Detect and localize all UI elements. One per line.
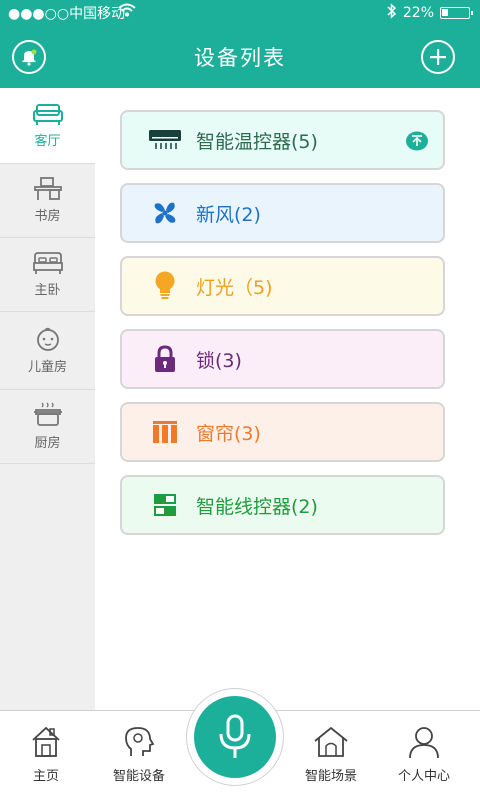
status-right: 22% <box>387 3 473 23</box>
bluetooth-icon <box>387 3 397 23</box>
desk-icon <box>33 177 62 200</box>
curtain-icon <box>148 417 182 447</box>
house-scene-icon <box>314 726 348 757</box>
air-conditioner-icon <box>148 125 182 155</box>
sofa-icon <box>32 104 63 125</box>
person-icon <box>409 727 439 759</box>
home-icon <box>32 726 60 757</box>
device-label: 新风(2) <box>196 203 261 226</box>
lock-icon <box>148 344 182 374</box>
device-card-curtain[interactable]: 窗帘(3) <box>120 402 445 462</box>
device-card-lock[interactable]: 锁(3) <box>120 329 445 389</box>
wire-controller-icon <box>148 490 182 520</box>
pot-icon <box>33 402 62 426</box>
carrier-text: ●●●○○中国移动 <box>8 6 126 22</box>
room-label: 厨房 <box>34 436 61 451</box>
room-label: 主卧 <box>34 283 61 298</box>
tab-smart-devices[interactable]: 智能设备 <box>93 725 185 784</box>
pin-top-icon[interactable] <box>406 131 428 155</box>
tab-label: 个人中心 <box>397 769 450 784</box>
room-label: 书房 <box>34 209 61 224</box>
room-item-kids-room[interactable]: 儿童房 <box>0 312 95 390</box>
room-item-living-room[interactable]: 客厅 <box>0 88 95 164</box>
light-bulb-icon <box>148 271 182 301</box>
device-card-thermostat[interactable]: 智能温控器(5) <box>120 110 445 170</box>
tab-label: 智能场景 <box>304 769 357 784</box>
room-item-master-bedroom[interactable]: 主卧 <box>0 238 95 312</box>
wifi-icon <box>118 2 136 22</box>
room-item-kitchen[interactable]: 厨房 <box>0 390 95 464</box>
device-label: 窗帘(3) <box>196 422 261 445</box>
tab-label: 主页 <box>32 769 59 784</box>
page-title: 设备列表 <box>194 46 286 70</box>
device-label: 锁(3) <box>196 349 242 372</box>
battery-icon <box>440 7 473 19</box>
device-card-wire-controller[interactable]: 智能线控器(2) <box>120 475 445 535</box>
device-label: 智能线控器(2) <box>196 495 318 518</box>
room-label: 客厅 <box>34 134 61 149</box>
tab-profile[interactable]: 个人中心 <box>378 725 470 784</box>
device-card-fresh-air[interactable]: 新风(2) <box>120 183 445 243</box>
voice-button[interactable] <box>194 696 276 778</box>
bed-icon <box>32 252 63 274</box>
room-sidebar: 客厅 书房 主卧 儿童房 厨房 <box>0 88 95 710</box>
battery-percent: 22% <box>402 5 434 21</box>
tab-home[interactable]: 主页 <box>0 725 92 784</box>
fan-icon <box>148 198 182 228</box>
nav-bar: 设备列表 <box>0 24 480 88</box>
device-card-lighting[interactable]: 灯光（5) <box>120 256 445 316</box>
tab-smart-scenes[interactable]: 智能场景 <box>285 725 377 784</box>
status-bar: ●●●○○中国移动 22% <box>0 0 480 24</box>
room-label: 儿童房 <box>27 360 67 375</box>
microphone-icon <box>219 714 251 758</box>
plus-icon <box>430 49 446 65</box>
room-item-study[interactable]: 书房 <box>0 164 95 238</box>
device-label: 智能温控器(5) <box>196 130 318 153</box>
tab-label: 智能设备 <box>112 769 165 784</box>
add-device-button[interactable] <box>421 40 455 74</box>
head-gear-icon <box>125 727 155 756</box>
device-label: 灯光（5) <box>196 276 273 299</box>
child-face-icon <box>36 327 59 351</box>
